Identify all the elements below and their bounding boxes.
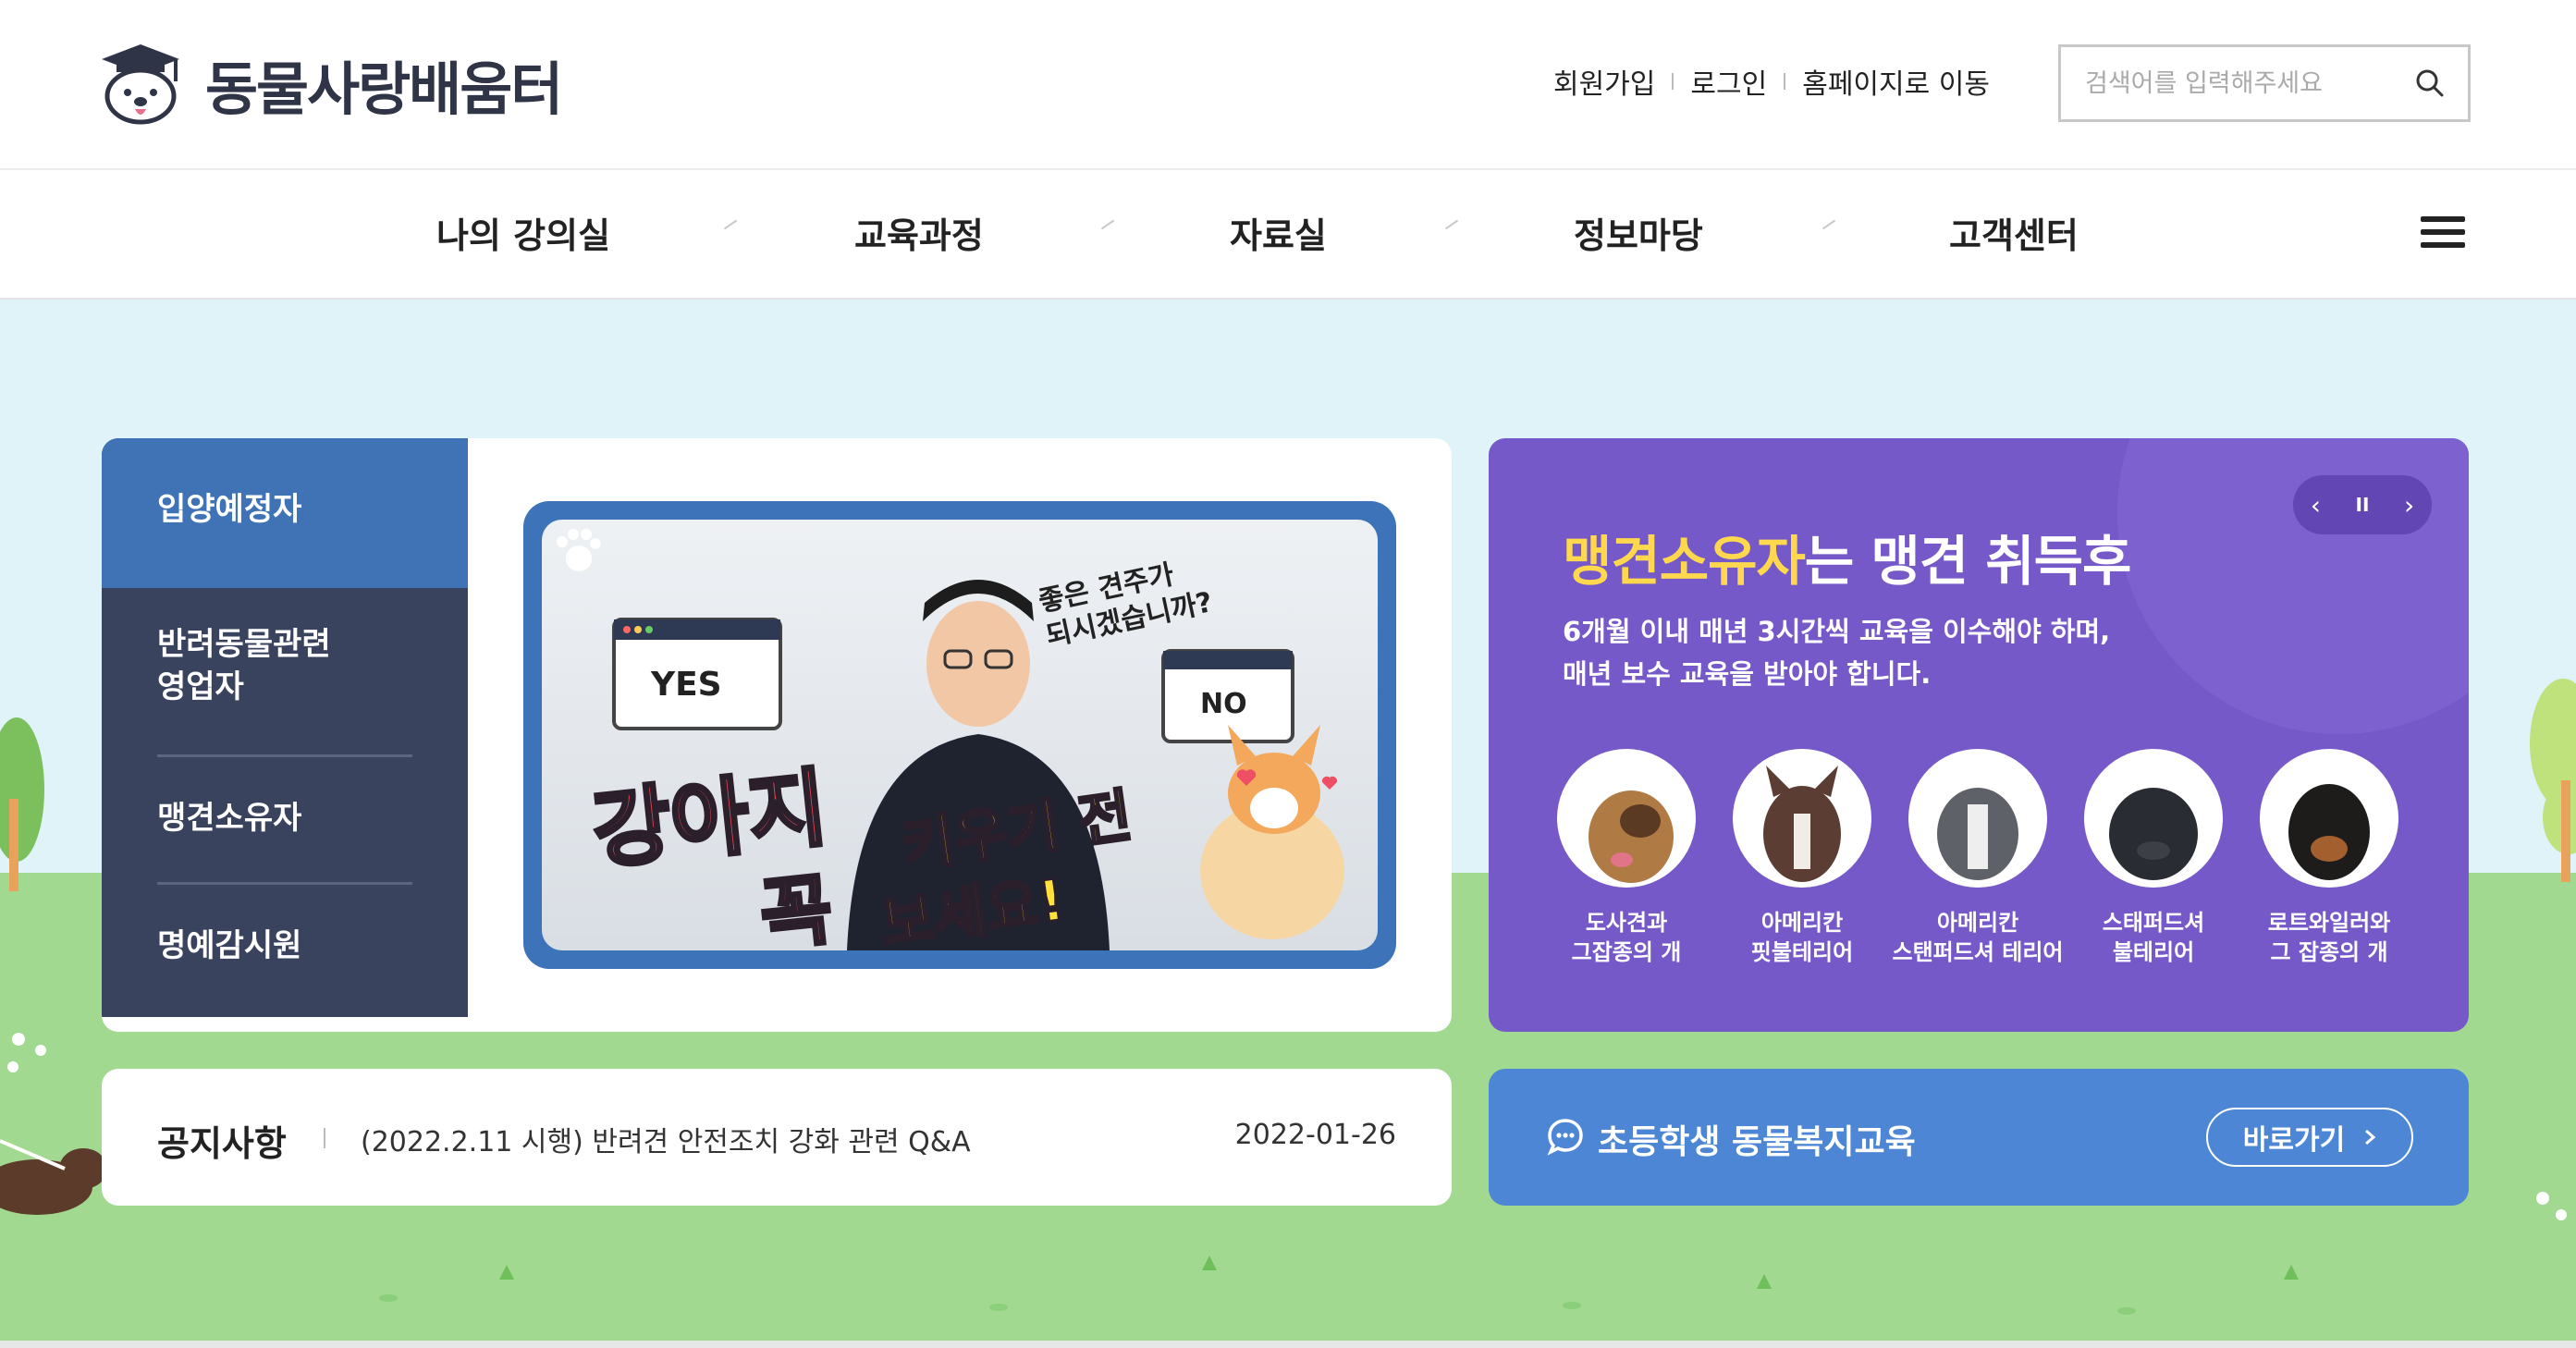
audience-item-adopter[interactable]: 입양예정자: [102, 438, 468, 588]
nav-divider: [1444, 219, 1459, 230]
audience-item-label: 반려동물관련: [157, 626, 331, 663]
dog-breed-label: 로트와일러와 그 잡종의 개: [2267, 910, 2391, 965]
nav-divider: [1100, 219, 1115, 230]
nav-divider: [1822, 219, 1836, 230]
menu-icon[interactable]: [2421, 216, 2465, 253]
yes-label: YES: [651, 666, 722, 704]
util-separator: [1784, 73, 1786, 90]
slider-controls: ‹ II ›: [2293, 475, 2432, 534]
logo-dog-icon: [100, 43, 181, 126]
notice-bar: 공지사항 (2022.2.11 시행) 반려견 안전조치 강화 관련 Q&A 2…: [102, 1069, 1452, 1206]
logo-text: 동물사랑배움터: [205, 55, 563, 123]
prev-slide-button[interactable]: ‹: [2311, 490, 2321, 521]
homepage-link[interactable]: 홈페이지로 이동: [1802, 61, 1990, 102]
search-icon[interactable]: [2412, 66, 2447, 101]
nav-item-courses[interactable]: 교육과정: [854, 207, 984, 258]
site-header: 동물사랑배움터 회원가입 로그인 홈페이지로 이동: [0, 0, 2576, 168]
nav-divider: [723, 219, 738, 230]
banner-title-highlight: 맹견소유자: [1563, 530, 1806, 593]
search-input[interactable]: [2061, 47, 2394, 119]
util-separator: [1672, 73, 1674, 90]
utility-links: 회원가입 로그인 홈페이지로 이동: [1553, 61, 1990, 102]
audience-item-honorary-inspector[interactable]: 명예감시원: [102, 925, 468, 967]
pitbull-dog-icon: [1733, 749, 1871, 888]
nav-item-my-classroom[interactable]: 나의 강의실: [436, 207, 610, 258]
banner-desc-line-1: 6개월 이내 매년 3시간씩 교육을 이수해야 하며,: [1563, 616, 2111, 647]
bull-terrier-icon: [2084, 749, 2223, 888]
audience-item-pet-business[interactable]: 반려동물관련 영업자: [102, 623, 468, 708]
dangerous-dog-banner: ‹ II › 맹견소유자는 맹견 취득후 6개월 이내 매년 3시간씩 교육을 …: [1489, 438, 2469, 1032]
target-audience-card: 입양예정자 반려동물관련 영업자 맹견소유자 명예감시원 YES NO 좋은 견…: [102, 438, 1452, 1032]
notice-title: 공지사항: [157, 1123, 287, 1164]
no-label: NO: [1200, 688, 1247, 720]
nav-item-info[interactable]: 정보마당: [1574, 207, 1703, 258]
next-slide-button[interactable]: ›: [2404, 490, 2414, 521]
go-shortcut-button[interactable]: 바로가기: [2206, 1108, 2413, 1167]
dog-breed-item[interactable]: 스태퍼드셔 불테리어: [2084, 749, 2223, 967]
dog-breed-item[interactable]: 로트와일러와 그 잡종의 개: [2260, 749, 2398, 967]
chat-bubble-icon: [1546, 1117, 1585, 1156]
audience-item-label: 입양예정자: [157, 491, 302, 528]
site-logo[interactable]: 동물사랑배움터: [100, 43, 563, 126]
menu-divider: [157, 882, 412, 885]
dog-breed-item[interactable]: 아메리칸 스탠퍼드셔 테리어: [1893, 749, 2064, 967]
audience-item-label: 명예감시원: [157, 927, 302, 964]
audience-item-label-2: 영업자: [157, 668, 244, 705]
rottweiler-icon: [2260, 749, 2398, 888]
dog-breed-item[interactable]: 아메리칸 핏불테리어: [1733, 749, 1871, 967]
banner-title-rest: 는 맹견 취득후: [1804, 530, 2132, 593]
audience-menu: 입양예정자 반려동물관련 영업자 맹견소유자 명예감시원: [102, 438, 468, 1017]
banner-title: 맹견소유자는 맹견 취득후: [1563, 518, 2132, 595]
dog-breed-item[interactable]: 도사견과 그잡종의 개: [1557, 749, 1696, 967]
nav-item-support[interactable]: 고객센터: [1949, 207, 2079, 258]
menu-divider: [157, 754, 412, 757]
notice-date: 2022-01-26: [1234, 1119, 1396, 1151]
staffordshire-terrier-icon: [1908, 749, 2047, 888]
signup-link[interactable]: 회원가입: [1553, 61, 1655, 102]
banner-desc-line-2: 매년 보수 교육을 받아야 합니다.: [1563, 658, 1932, 690]
audience-item-label: 맹견소유자: [157, 800, 302, 837]
dog-breed-label: 아메리칸 핏불테리어: [1750, 910, 1854, 965]
headline-must: 꼭: [754, 862, 839, 950]
video-frame: YES NO 좋은 견주가 되시겠습니까? 강아지 꼭 키우기 전 보세요!: [542, 520, 1378, 950]
dog-breed-label: 도사견과 그잡종의 개: [1571, 910, 1682, 965]
go-button-label: 바로가기: [2242, 1124, 2346, 1157]
login-link[interactable]: 로그인: [1690, 61, 1767, 102]
nav-item-library[interactable]: 자료실: [1230, 207, 1327, 258]
audience-item-dangerous-dog-owner[interactable]: 맹견소유자: [102, 797, 468, 839]
ground-line: [0, 1341, 2576, 1348]
notice-separator: [324, 1128, 325, 1148]
video-thumbnail[interactable]: YES NO 좋은 견주가 되시겠습니까? 강아지 꼭 키우기 전 보세요!: [523, 501, 1396, 969]
banner-description: 6개월 이내 매년 3시간씩 교육을 이수해야 하며, 매년 보수 교육을 받아…: [1563, 610, 2110, 695]
dog-breed-label: 아메리칸 스탠퍼드셔 테리어: [1892, 910, 2064, 965]
notice-link[interactable]: (2022.2.11 시행) 반려견 안전조치 강화 관련 Q&A: [361, 1119, 971, 1159]
pause-slide-button[interactable]: II: [2356, 494, 2370, 516]
elementary-education-banner: 초등학생 동물복지교육 바로가기: [1489, 1069, 2469, 1206]
chevron-right-icon: [2363, 1121, 2376, 1154]
main-nav: 나의 강의실 교육과정 자료실 정보마당 고객센터: [0, 168, 2576, 300]
edu-banner-title: 초등학생 동물복지교육: [1598, 1123, 1916, 1161]
tosa-dog-icon: [1557, 749, 1696, 888]
dog-breed-label: 스태퍼드셔 불테리어: [2102, 910, 2205, 965]
search-box: [2058, 44, 2471, 122]
